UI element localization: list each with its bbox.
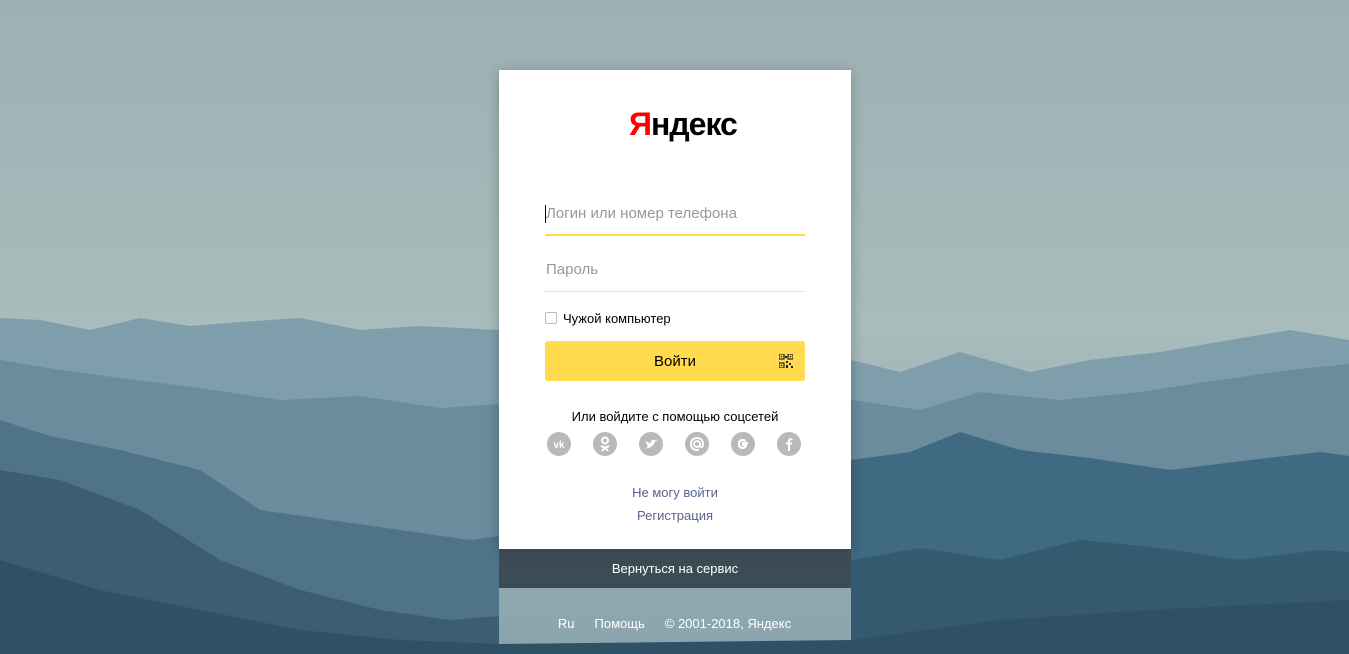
foreign-computer-label: Чужой компьютер <box>563 310 671 326</box>
qr-code-icon[interactable] <box>779 354 793 368</box>
back-to-service-label: Вернуться на сервис <box>611 561 739 576</box>
login-button-label: Войти <box>654 352 696 370</box>
back-to-service-button[interactable]: Вернуться на сервис <box>499 549 851 588</box>
facebook-icon[interactable] <box>777 432 801 456</box>
register-link[interactable]: Регистрация <box>499 508 851 523</box>
copyright-text: © 2001-2018, Яндекс <box>664 616 792 631</box>
login-card: Яндекс Чужой компьютер Войти Или войдите… <box>499 70 851 549</box>
yandex-logo[interactable]: Яндекс <box>629 106 738 143</box>
language-switch[interactable]: Ru <box>558 616 575 631</box>
cant-login-link[interactable]: Не могу войти <box>499 485 851 500</box>
login-input[interactable] <box>545 192 805 236</box>
text-cursor <box>545 205 546 223</box>
mail-ru-icon[interactable] <box>685 432 709 456</box>
vk-icon[interactable]: vk <box>547 432 571 456</box>
checkbox-box[interactable] <box>545 312 557 324</box>
svg-text:vk: vk <box>553 440 565 451</box>
login-button[interactable]: Войти <box>545 341 805 381</box>
google-icon[interactable] <box>731 432 755 456</box>
footer: Ru Помощь © 2001-2018, Яндекс <box>0 616 1349 631</box>
help-link[interactable]: Помощь <box>595 616 645 631</box>
social-icons: vk <box>547 432 801 456</box>
foreign-computer-checkbox[interactable]: Чужой компьютер <box>545 310 671 326</box>
odnoklassniki-icon[interactable] <box>593 432 617 456</box>
social-login-title: Или войдите с помощью соцсетей <box>571 409 779 424</box>
twitter-icon[interactable] <box>639 432 663 456</box>
password-input[interactable] <box>545 248 805 292</box>
